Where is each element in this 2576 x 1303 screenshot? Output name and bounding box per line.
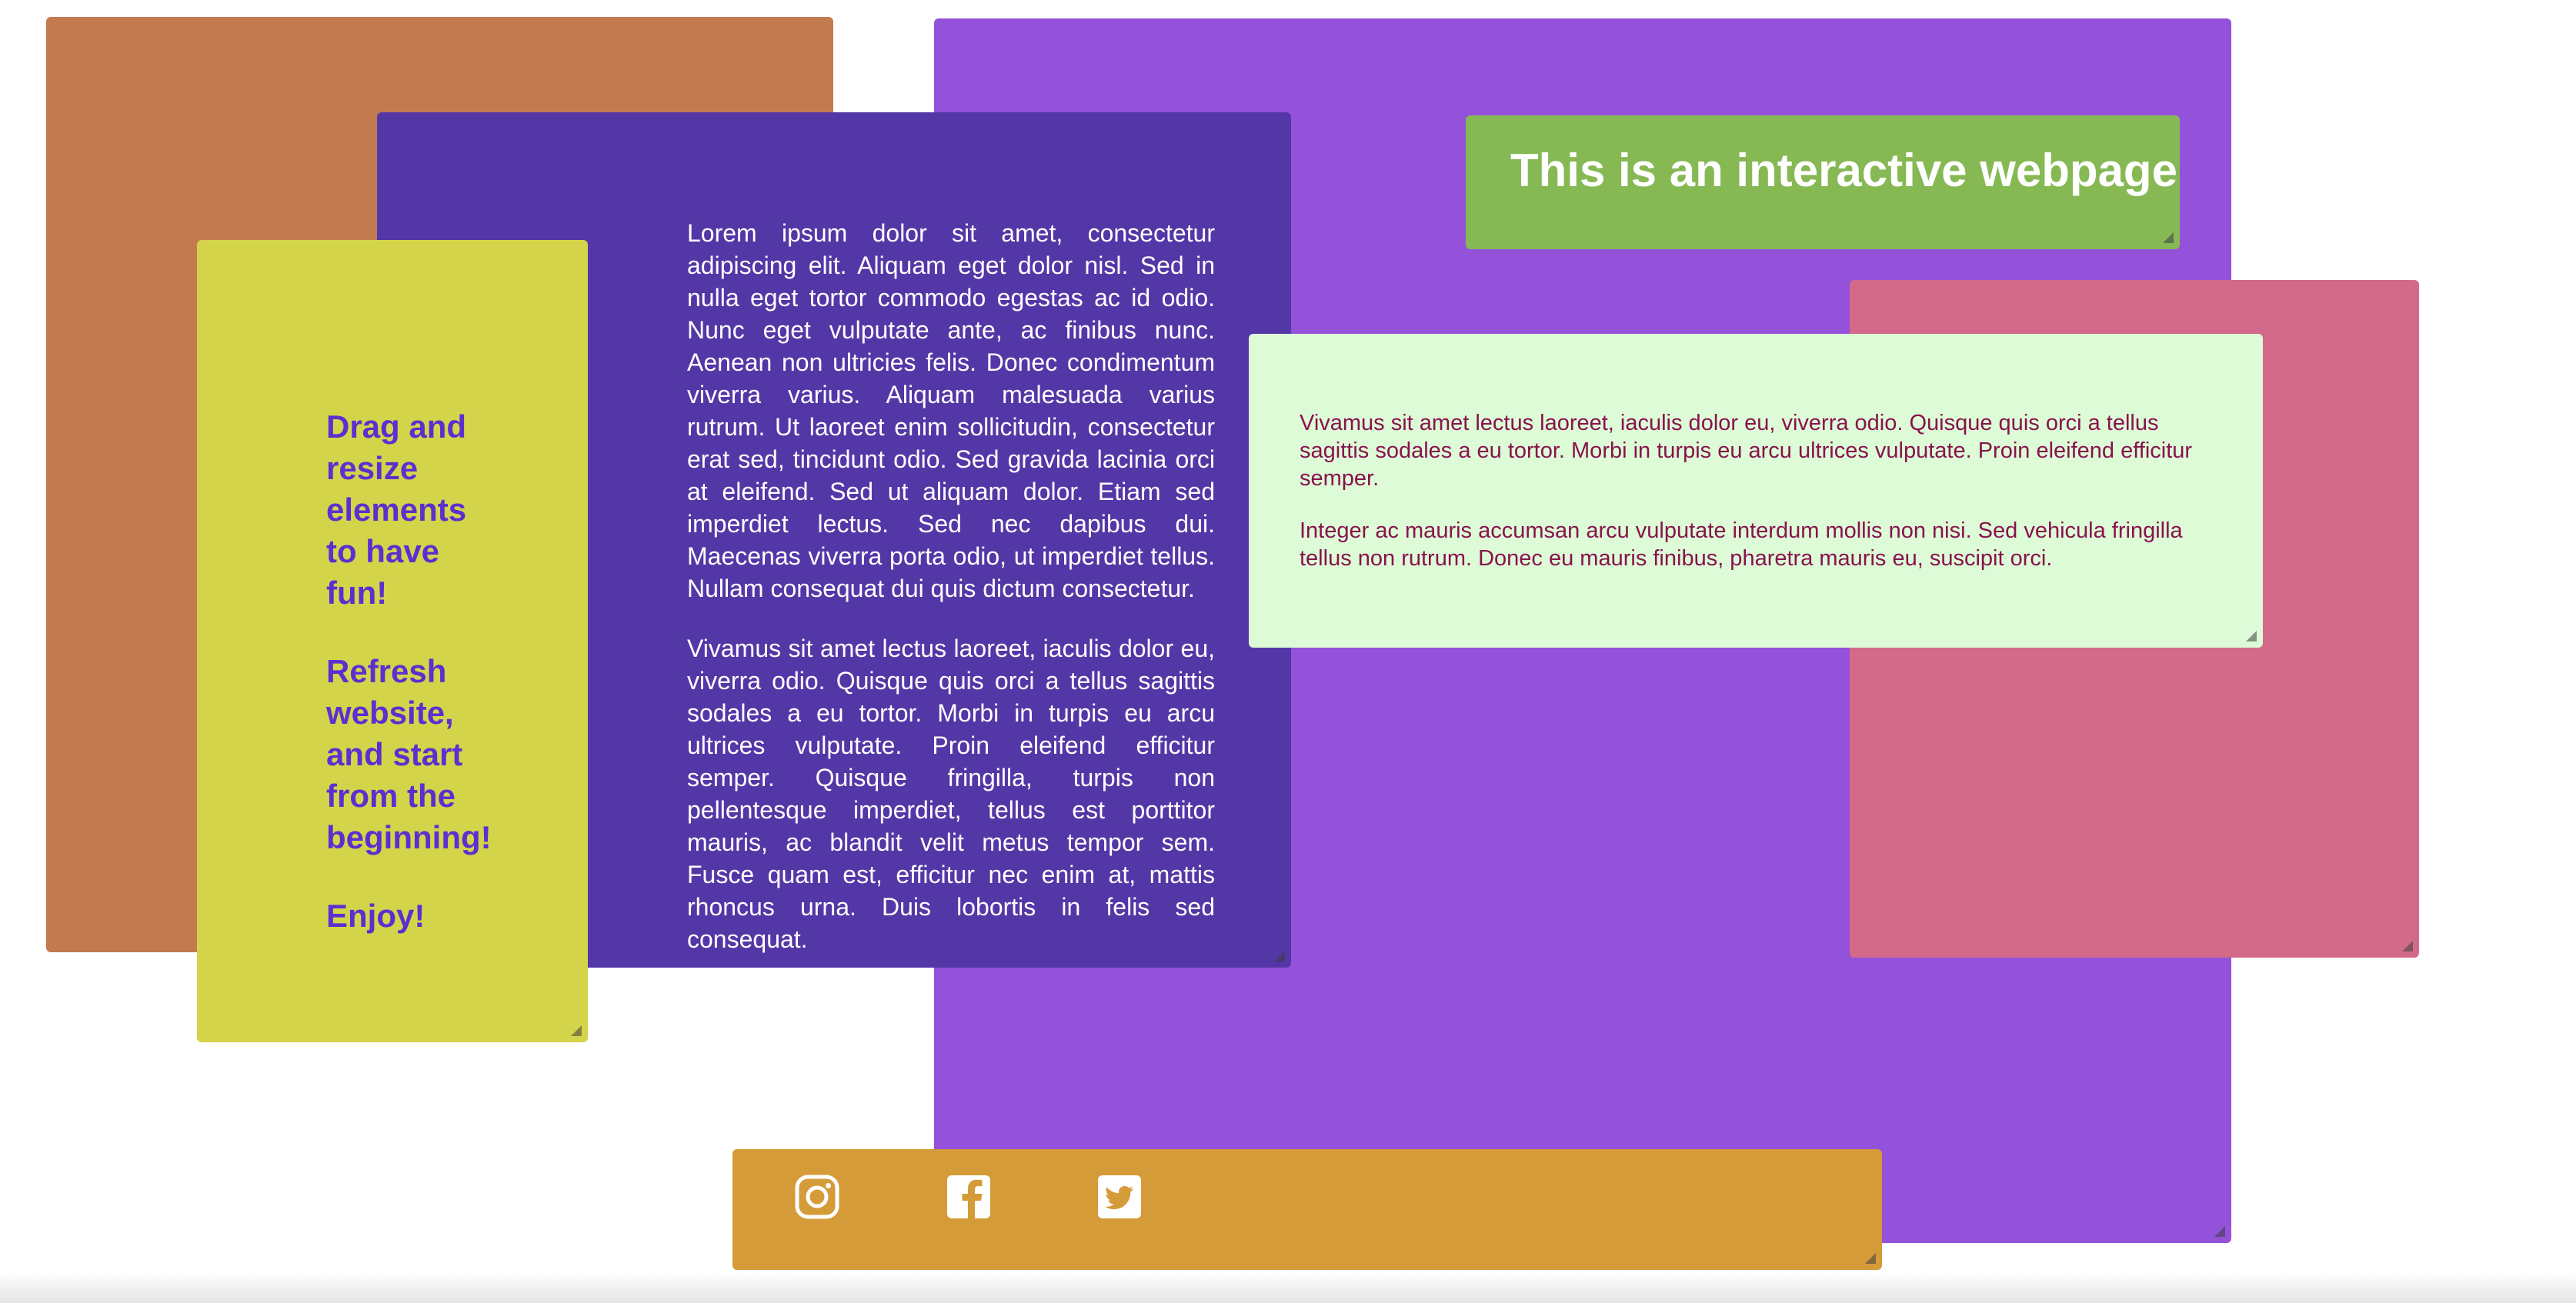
instructions-panel[interactable]: Drag and resize elements to have fun! Re… <box>197 240 588 1042</box>
mint-paragraph-2: Integer ac mauris accumsan arcu vulputat… <box>1300 518 2183 571</box>
mint-text: Vivamus sit amet lectus laoreet, iaculis… <box>1300 409 2214 597</box>
twitter-icon[interactable] <box>1096 1174 1143 1220</box>
resize-handle[interactable] <box>2402 941 2413 951</box>
instructions-text: Drag and resize elements to have fun! Re… <box>326 406 496 974</box>
lorem-paragraph-1: Lorem ipsum dolor sit amet, consectetur … <box>687 219 1215 602</box>
resize-handle[interactable] <box>1865 1253 1876 1264</box>
instruction-enjoy: Enjoy! <box>326 898 425 934</box>
lorem-text: Lorem ipsum dolor sit amet, consectetur … <box>687 217 1215 983</box>
mint-text-panel[interactable]: Vivamus sit amet lectus laoreet, iaculis… <box>1249 334 2263 648</box>
instruction-drag-resize: Drag and resize elements to have fun! <box>326 408 467 611</box>
instruction-refresh: Refresh website, and start from the begi… <box>326 653 492 855</box>
page-title: This is an interactive webpage <box>1510 145 2177 196</box>
title-panel[interactable]: This is an interactive webpage <box>1466 115 2180 249</box>
bottom-edge-shadow <box>0 1272 2576 1303</box>
resize-handle[interactable] <box>2214 1226 2225 1237</box>
instagram-icon[interactable] <box>794 1174 840 1220</box>
facebook-icon[interactable] <box>946 1174 992 1220</box>
resize-handle[interactable] <box>2163 232 2174 243</box>
resize-handle[interactable] <box>1274 951 1285 961</box>
mint-paragraph-1: Vivamus sit amet lectus laoreet, iaculis… <box>1300 411 2193 491</box>
lorem-paragraph-2: Vivamus sit amet lectus laoreet, iaculis… <box>687 635 1215 953</box>
social-footer-bar[interactable] <box>732 1149 1882 1270</box>
resize-handle[interactable] <box>571 1025 582 1036</box>
resize-handle[interactable] <box>2246 631 2257 642</box>
